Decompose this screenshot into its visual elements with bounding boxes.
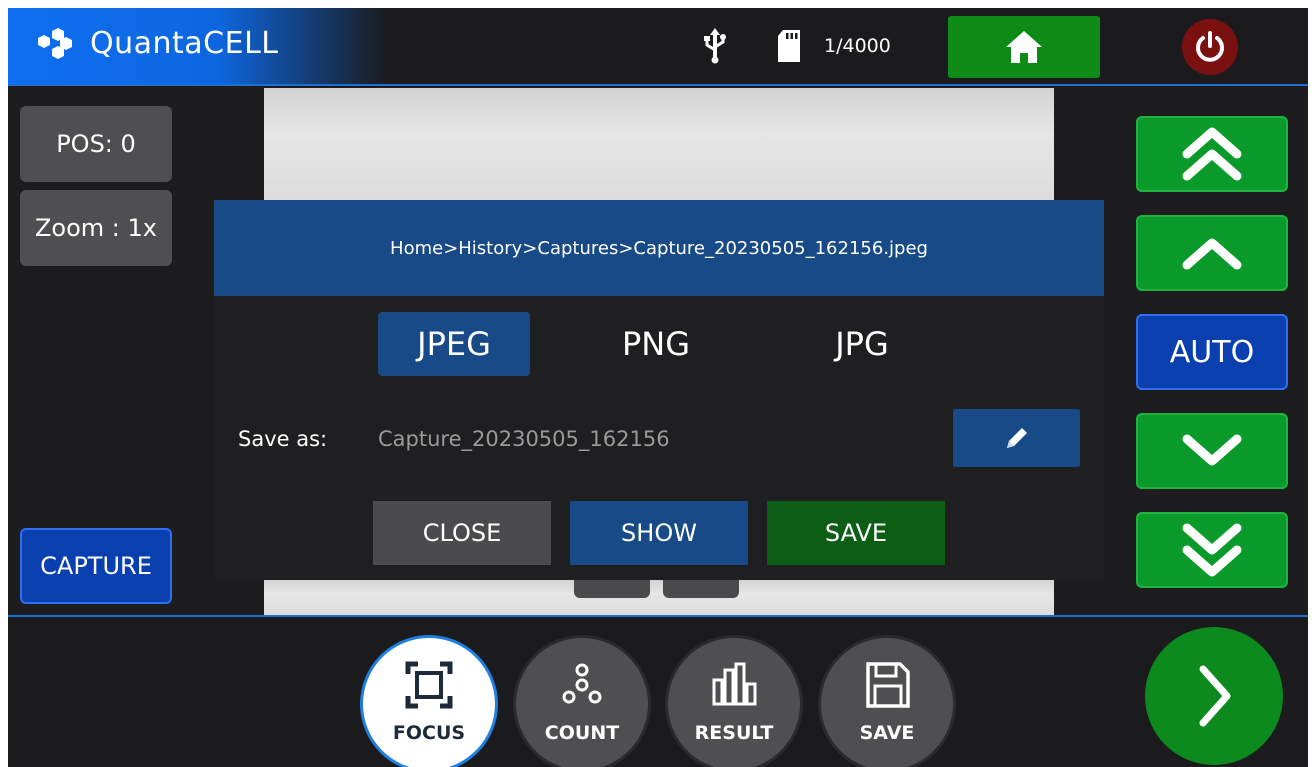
- filename-field[interactable]: [378, 420, 938, 458]
- cells-icon: [562, 663, 602, 704]
- microscope-image-top: [264, 88, 1054, 200]
- hexagon-cluster-logo: [38, 28, 72, 59]
- app-screen: QuantaCELL 1/4000 POS: 0 Zoom: 1x CAPTU…: [8, 8, 1308, 767]
- format-option-jpeg[interactable]: JPEG: [378, 312, 530, 376]
- home-button[interactable]: [948, 16, 1100, 78]
- nav-save[interactable]: SAVE: [818, 635, 956, 767]
- microscope-image-bottom: [264, 580, 1054, 615]
- down-button[interactable]: [1136, 413, 1288, 489]
- edit-filename-button[interactable]: [953, 409, 1080, 467]
- chevron-right-icon: [1199, 665, 1231, 727]
- file-path: Home>History>Captures>Capture_20230505_1…: [390, 237, 928, 259]
- bottom-nav-bar: FOCUS COUNT RESULT SAVE: [8, 615, 1308, 767]
- close-button[interactable]: CLOSE: [373, 501, 551, 565]
- app-name: QuantaCELL: [90, 26, 279, 61]
- fast-down-button[interactable]: [1136, 512, 1288, 588]
- capture-button[interactable]: CAPTURE: [20, 528, 172, 604]
- nav-result-label: RESULT: [694, 722, 774, 744]
- power-icon: [1196, 31, 1224, 62]
- floppy-disk-icon: [866, 662, 910, 708]
- nav-count-label: COUNT: [544, 722, 620, 744]
- save-button[interactable]: SAVE: [767, 501, 945, 565]
- up-button[interactable]: [1136, 215, 1288, 291]
- pencil-icon: [1006, 428, 1027, 448]
- format-option-jpg[interactable]: JPG: [782, 312, 942, 376]
- brand-area: QuantaCELL: [8, 8, 388, 84]
- file-path-bar: Home>History>Captures>Capture_20230505_1…: [214, 200, 1104, 296]
- show-button[interactable]: SHOW: [570, 501, 748, 565]
- top-bar: QuantaCELL 1/4000: [8, 8, 1308, 86]
- double-chevron-down-icon: [1182, 523, 1242, 577]
- next-button[interactable]: [1145, 627, 1283, 765]
- position-indicator: POS: 0: [20, 106, 172, 182]
- nav-count[interactable]: COUNT: [513, 635, 651, 767]
- zoom-indicator[interactable]: Zoom : 1x: [20, 190, 172, 266]
- sd-card-icon: [778, 30, 800, 62]
- power-button[interactable]: [1182, 19, 1238, 75]
- bar-chart-icon: [712, 662, 757, 706]
- usb-icon: [704, 28, 726, 64]
- double-chevron-up-icon: [1182, 127, 1242, 181]
- nav-save-label: SAVE: [859, 722, 915, 744]
- home-icon: [1006, 31, 1042, 63]
- chevron-up-icon: [1182, 238, 1242, 270]
- auto-focus-button[interactable]: AUTO: [1136, 314, 1288, 390]
- focus-frame-icon: [405, 661, 453, 709]
- nav-result[interactable]: RESULT: [665, 635, 803, 767]
- capture-count: 1/4000: [824, 35, 891, 57]
- format-option-png[interactable]: PNG: [576, 312, 736, 376]
- chevron-down-icon: [1182, 434, 1242, 466]
- save-as-label: Save as:: [238, 427, 328, 451]
- nav-focus-label: FOCUS: [392, 722, 466, 744]
- nav-focus[interactable]: FOCUS: [360, 635, 498, 767]
- fast-up-button[interactable]: [1136, 116, 1288, 192]
